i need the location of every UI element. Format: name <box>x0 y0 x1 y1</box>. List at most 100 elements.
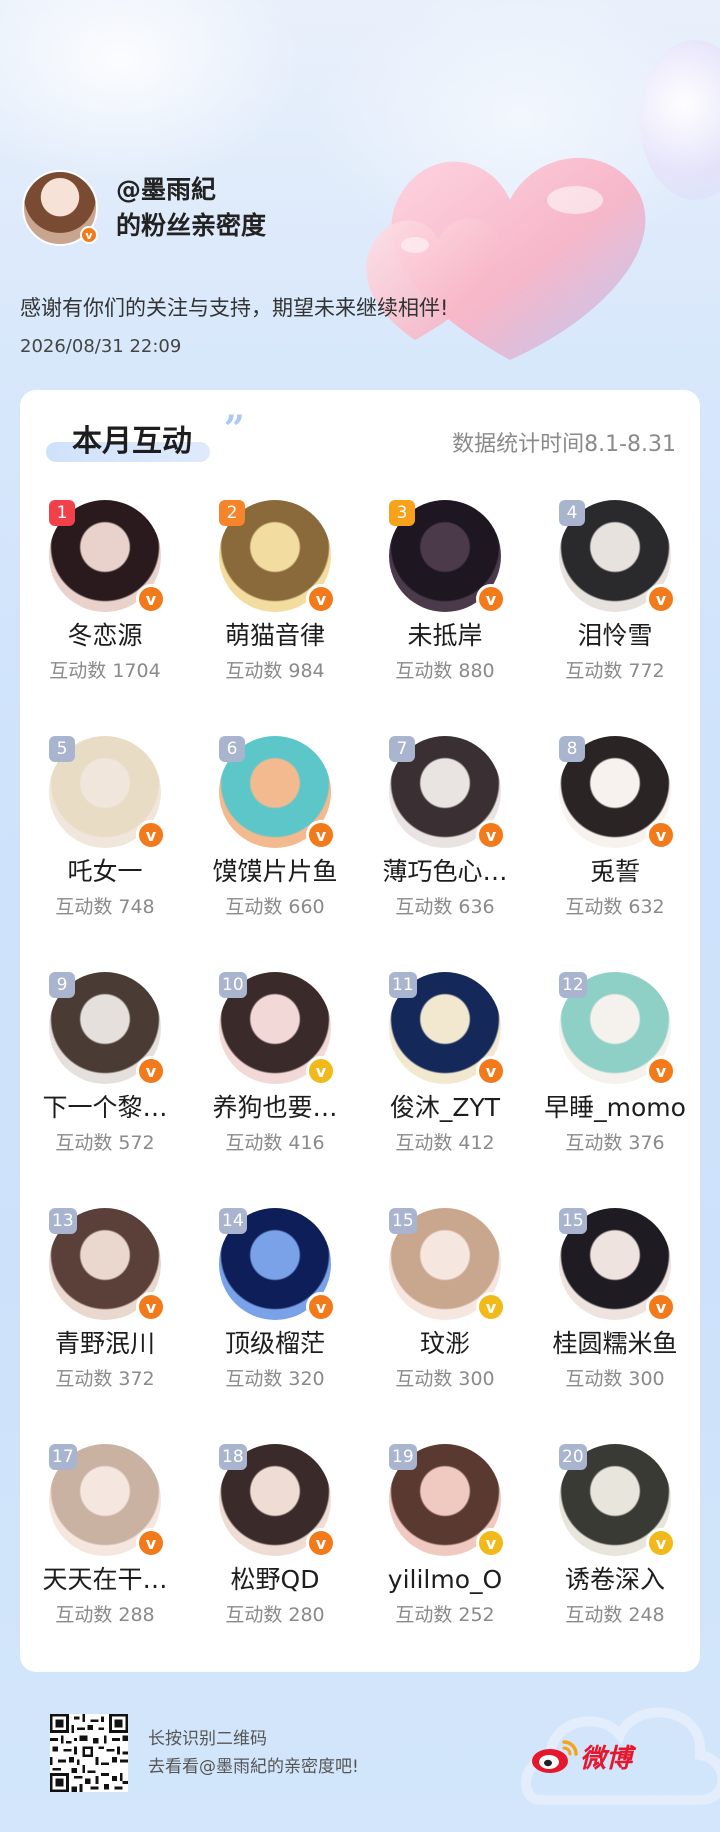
fan-item[interactable]: 3 v 未抵岸 互动数 880 <box>360 500 530 736</box>
verified-v-icon: v <box>476 1528 506 1558</box>
interaction-count: 互动数 252 <box>395 1604 495 1626</box>
fan-name[interactable]: 下一个黎… <box>20 1090 190 1126</box>
fan-item[interactable]: 12 v 早睡_momo 互动数 376 <box>530 972 700 1208</box>
rank-badge: 1 <box>49 500 75 526</box>
verified-v-icon: v <box>646 1056 676 1086</box>
fan-name[interactable]: 早睡_momo <box>530 1090 700 1126</box>
fan-item[interactable]: 18 v 松野QD 互动数 280 <box>190 1444 360 1680</box>
fan-item[interactable]: 20 v 诱卷深入互动数 248 <box>530 1444 700 1680</box>
fan-item[interactable]: 10 v 养狗也要… 互动数 416 <box>190 972 360 1208</box>
quote-mark-icon: ” <box>224 408 245 450</box>
fan-name[interactable]: 养狗也要… <box>190 1090 360 1126</box>
fan-name[interactable]: yililmo_O <box>360 1562 530 1598</box>
monthly-interaction-card: 本月互动 ” 数据统计时间8.1-8.31 1 v 冬恋源互动数 1704 2 v 萌猫音… <box>20 390 700 1672</box>
fan-name[interactable]: 顶级榴茫 <box>190 1326 360 1362</box>
fan-name[interactable]: 冬恋源 <box>20 618 190 654</box>
fan-name[interactable]: 萌猫音律 <box>190 618 360 654</box>
fan-item[interactable]: 17 v 天天在干… 互动数 288 <box>20 1444 190 1680</box>
fan-item[interactable]: 4 v 泪怜雪互动数 772 <box>530 500 700 736</box>
rank-badge: 7 <box>389 736 415 762</box>
interaction-count: 互动数 300 <box>565 1368 665 1390</box>
rank-badge: 15 <box>389 1208 417 1234</box>
interaction-count: 互动数 376 <box>565 1132 665 1154</box>
fan-item[interactable]: 1 v 冬恋源互动数 1704 <box>20 500 190 736</box>
interaction-count: 互动数 984 <box>225 660 325 682</box>
fan-item[interactable]: 7 v 薄巧色心… 互动数 636 <box>360 736 530 972</box>
interaction-count: 互动数 660 <box>225 896 325 918</box>
interaction-count: 互动数 372 <box>55 1368 155 1390</box>
interaction-count: 互动数 320 <box>225 1368 325 1390</box>
rank-badge: 18 <box>219 1444 247 1470</box>
fan-name[interactable]: 馍馍片片鱼 <box>190 854 360 890</box>
rank-badge: 2 <box>219 500 245 526</box>
verified-v-icon: v <box>306 1528 336 1558</box>
verified-v-icon: v <box>136 1056 166 1086</box>
rank-badge: 14 <box>219 1208 247 1234</box>
generated-datetime: 2026/08/31 22:09 <box>20 336 182 357</box>
rank-badge: 19 <box>389 1444 417 1470</box>
rank-badge: 8 <box>559 736 585 762</box>
fan-item[interactable]: 14 v 顶级榴茫 互动数 320 <box>190 1208 360 1444</box>
verified-v-icon: v <box>476 584 506 614</box>
rank-badge: 6 <box>219 736 245 762</box>
fan-name[interactable]: 吒女一 <box>20 854 190 890</box>
fan-item[interactable]: 9 v 下一个黎… 互动数 572 <box>20 972 190 1208</box>
rank-badge: 12 <box>559 972 587 998</box>
fan-name[interactable]: 玟浵 <box>360 1326 530 1362</box>
verified-v-icon: v <box>136 584 166 614</box>
verified-v-icon: v <box>306 1056 336 1086</box>
fan-item[interactable]: 5 v 吒女一 互动数 748 <box>20 736 190 972</box>
fan-item[interactable]: 11 v 俊沐_ZYT 互动数 412 <box>360 972 530 1208</box>
rank-badge: 10 <box>219 972 247 998</box>
verified-v-icon: v <box>646 1292 676 1322</box>
rank-badge: 13 <box>49 1208 77 1234</box>
interaction-count: 互动数 748 <box>55 896 155 918</box>
interaction-count: 互动数 248 <box>565 1604 665 1626</box>
rank-badge: 5 <box>49 736 75 762</box>
fan-item[interactable]: 6 v 馍馍片片鱼 互动数 660 <box>190 736 360 972</box>
fan-item[interactable]: 8 v 兎誓互动数 632 <box>530 736 700 972</box>
fan-name[interactable]: 天天在干… <box>20 1562 190 1598</box>
rank-badge: 20 <box>559 1444 587 1470</box>
rank-badge: 17 <box>49 1444 77 1470</box>
page-subtitle: 的粉丝亲密度 <box>116 211 267 240</box>
fan-name[interactable]: 诱卷深入 <box>530 1562 700 1598</box>
rank-badge: 4 <box>559 500 585 526</box>
verified-v-icon: v <box>476 1056 506 1086</box>
rank-badge: 11 <box>389 972 417 998</box>
interaction-count: 互动数 288 <box>55 1604 155 1626</box>
verified-v-icon: v <box>646 1528 676 1558</box>
footer-hint: 长按识别二维码 <box>148 1729 267 1749</box>
fan-item[interactable]: 2 v 萌猫音律互动数 984 <box>190 500 360 736</box>
qr-code-icon[interactable] <box>50 1714 128 1792</box>
stat-range: 数据统计时间8.1-8.31 <box>452 432 676 457</box>
fan-name[interactable]: 松野QD <box>190 1562 360 1598</box>
fan-name[interactable]: 兎誓 <box>530 854 700 890</box>
fan-name[interactable]: 薄巧色心… <box>360 854 530 890</box>
interaction-count: 互动数 1704 <box>49 660 161 682</box>
owner-handle[interactable]: @墨雨紀 <box>116 172 216 208</box>
fan-item[interactable]: 15 v 玟浵 互动数 300 <box>360 1208 530 1444</box>
verified-v-icon: v <box>646 584 676 614</box>
interaction-count: 互动数 636 <box>395 896 495 918</box>
verified-v-icon: v <box>476 1292 506 1322</box>
fan-name[interactable]: 青野泯川 <box>20 1326 190 1362</box>
fan-name[interactable]: 桂圆糯米鱼 <box>530 1326 700 1362</box>
weibo-logo-icon <box>532 1740 578 1773</box>
interaction-count: 互动数 632 <box>565 896 665 918</box>
interaction-count: 互动数 572 <box>55 1132 155 1154</box>
fan-item[interactable]: 19 v yililmo_O 互动数 252 <box>360 1444 530 1680</box>
hearts-decoration <box>366 157 646 360</box>
verified-v-icon: v <box>306 584 336 614</box>
fan-name[interactable]: 泪怜雪 <box>530 618 700 654</box>
rank-badge: 9 <box>49 972 75 998</box>
fan-name[interactable]: 未抵岸 <box>360 618 530 654</box>
verified-v-icon: v <box>476 820 506 850</box>
card-title: 本月互动 <box>72 424 192 459</box>
fan-name[interactable]: 俊沐_ZYT <box>360 1090 530 1126</box>
interaction-count: 互动数 772 <box>565 660 665 682</box>
fan-item[interactable]: 15 v 桂圆糯米鱼 互动数 300 <box>530 1208 700 1444</box>
fan-item[interactable]: 13 v 青野泯川 互动数 372 <box>20 1208 190 1444</box>
verified-v-icon: v <box>646 820 676 850</box>
owner-verified-icon: v <box>80 226 98 244</box>
